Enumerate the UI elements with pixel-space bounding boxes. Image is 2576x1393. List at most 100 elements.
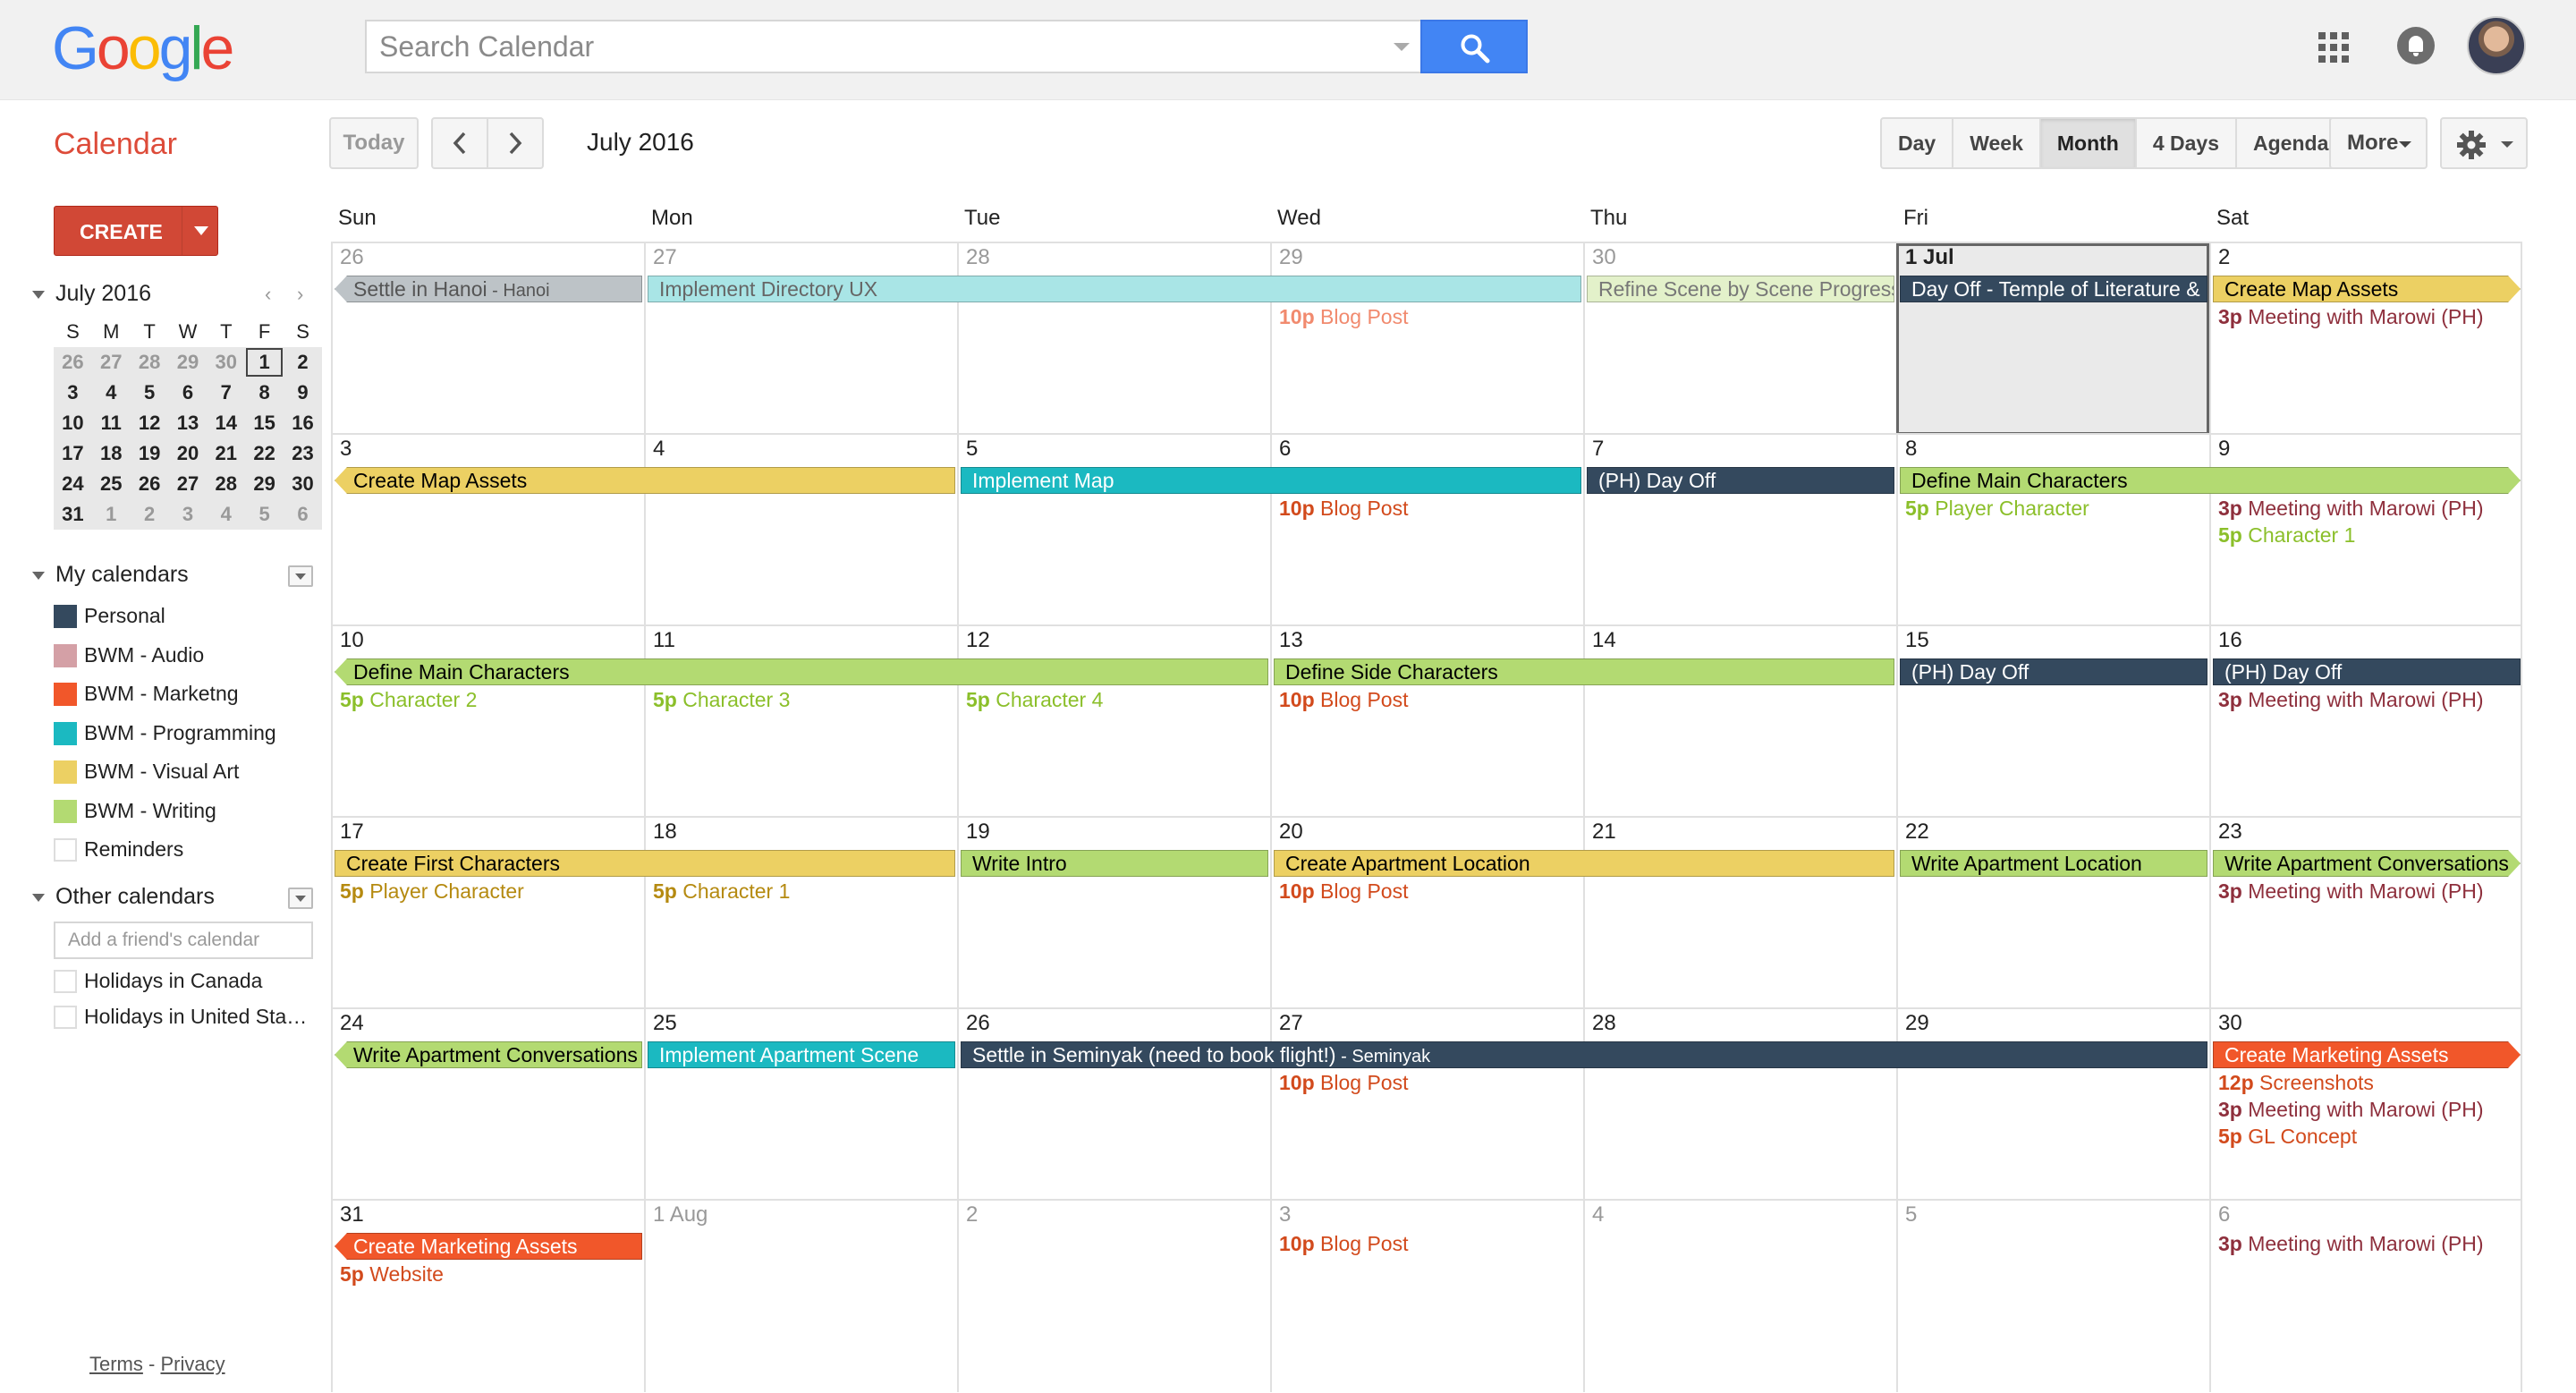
- previous-period-button[interactable]: [431, 117, 488, 169]
- day-number[interactable]: 8: [1905, 437, 1917, 462]
- day-number[interactable]: 21: [1592, 820, 1616, 845]
- day-cell[interactable]: 1 Aug: [644, 1201, 957, 1392]
- calendar-color-swatch[interactable]: [54, 1006, 77, 1029]
- privacy-link[interactable]: Privacy: [160, 1353, 225, 1375]
- day-number[interactable]: 19: [966, 820, 990, 845]
- timed-event[interactable]: 10p Blog Post: [1279, 1070, 1408, 1095]
- mini-day[interactable]: 28: [207, 469, 246, 499]
- mini-day[interactable]: 9: [284, 378, 322, 408]
- add-friend-calendar-input[interactable]: [54, 922, 313, 959]
- day-number[interactable]: 6: [2218, 1202, 2230, 1227]
- event-bar[interactable]: Settle in Seminyak (need to book flight!…: [961, 1041, 2207, 1068]
- search-input[interactable]: [379, 21, 1363, 72]
- mini-day[interactable]: 27: [168, 469, 208, 499]
- mini-day[interactable]: 24: [54, 469, 92, 499]
- other-calendars-header[interactable]: Other calendars: [32, 884, 215, 910]
- settings-button[interactable]: [2440, 117, 2528, 169]
- day-number[interactable]: 29: [1905, 1011, 1929, 1036]
- mini-day[interactable]: 2: [130, 499, 169, 530]
- day-cell[interactable]: 24: [331, 1009, 644, 1201]
- timed-event[interactable]: 5p Character 1: [653, 879, 790, 904]
- mini-day[interactable]: 23: [284, 438, 322, 469]
- day-cell[interactable]: 7: [1583, 435, 1896, 626]
- event-bar[interactable]: Create Map Assets: [2213, 276, 2521, 302]
- day-number[interactable]: 26: [966, 1011, 990, 1036]
- day-cell[interactable]: 18: [644, 818, 957, 1009]
- timed-event[interactable]: 5p Character 4: [966, 687, 1103, 712]
- day-number[interactable]: 7: [1592, 437, 1604, 462]
- day-cell[interactable]: 15: [1896, 626, 2209, 818]
- other-calendars-menu-icon[interactable]: [288, 888, 313, 909]
- search-options-icon[interactable]: [1394, 43, 1410, 51]
- mini-day[interactable]: 6: [284, 499, 322, 530]
- event-bar[interactable]: (PH) Day Off: [1900, 658, 2207, 685]
- day-number[interactable]: 5: [1905, 1202, 1917, 1227]
- mini-day[interactable]: 26: [54, 347, 92, 378]
- view-day-button[interactable]: Day: [1880, 117, 1954, 169]
- day-cell[interactable]: 2: [957, 1201, 1270, 1392]
- event-bar[interactable]: Define Main Characters: [1900, 467, 2521, 494]
- event-bar[interactable]: Write Apartment Conversations: [335, 1041, 642, 1068]
- mini-calendar-header[interactable]: July 2016: [32, 281, 151, 307]
- timed-event[interactable]: 5p GL Concept: [2218, 1124, 2357, 1149]
- mini-day[interactable]: 5: [245, 499, 284, 530]
- view-4days-button[interactable]: 4 Days: [2136, 117, 2238, 169]
- day-number[interactable]: 13: [1279, 628, 1303, 653]
- day-cell[interactable]: 3: [1270, 1201, 1583, 1392]
- day-number[interactable]: 26: [340, 245, 364, 270]
- event-bar[interactable]: Create Map Assets: [335, 467, 955, 494]
- timed-event[interactable]: 10p Blog Post: [1279, 304, 1408, 329]
- event-bar[interactable]: (PH) Day Off: [1587, 467, 1894, 494]
- timed-event[interactable]: 5p Player Character: [340, 879, 524, 904]
- calendar-color-swatch[interactable]: [54, 605, 77, 628]
- day-number[interactable]: 14: [1592, 628, 1616, 653]
- event-bar[interactable]: Create Marketing Assets: [335, 1233, 642, 1260]
- timed-event[interactable]: 3p Meeting with Marowi (PH): [2218, 1231, 2484, 1256]
- event-bar[interactable]: Create Marketing Assets: [2213, 1041, 2521, 1068]
- day-number[interactable]: 16: [2218, 628, 2242, 653]
- day-number[interactable]: 3: [340, 437, 352, 462]
- notifications-bell-icon[interactable]: [2397, 27, 2435, 64]
- mini-day[interactable]: 15: [245, 408, 284, 438]
- mini-day[interactable]: 7: [207, 378, 246, 408]
- calendar-color-swatch[interactable]: [54, 760, 77, 784]
- event-bar[interactable]: (PH) Day Off: [2213, 658, 2521, 685]
- day-number[interactable]: 3: [1279, 1202, 1291, 1227]
- day-number[interactable]: 2: [2218, 245, 2230, 270]
- view-week-button[interactable]: Week: [1953, 117, 2041, 169]
- mini-day[interactable]: 25: [91, 469, 131, 499]
- my-calendars-header[interactable]: My calendars: [32, 562, 189, 588]
- day-number[interactable]: 27: [1279, 1011, 1303, 1036]
- day-number[interactable]: 23: [2218, 820, 2242, 845]
- day-cell[interactable]: 4: [1583, 1201, 1896, 1392]
- day-number[interactable]: 15: [1905, 628, 1929, 653]
- day-cell[interactable]: 30: [1583, 243, 1896, 435]
- day-number[interactable]: 9: [2218, 437, 2230, 462]
- mini-day[interactable]: 18: [91, 438, 131, 469]
- day-cell[interactable]: 2: [2209, 243, 2522, 435]
- day-number[interactable]: 4: [1592, 1202, 1604, 1227]
- day-number[interactable]: 10: [340, 628, 364, 653]
- day-number[interactable]: 28: [1592, 1011, 1616, 1036]
- day-number[interactable]: 30: [1592, 245, 1616, 270]
- event-bar[interactable]: Write Apartment Location: [1900, 850, 2207, 877]
- mini-day[interactable]: 3: [168, 499, 208, 530]
- day-cell[interactable]: 29: [1270, 243, 1583, 435]
- timed-event[interactable]: 10p Blog Post: [1279, 496, 1408, 521]
- day-cell[interactable]: 29: [1896, 1009, 2209, 1201]
- day-cell[interactable]: 21: [1583, 818, 1896, 1009]
- event-bar[interactable]: Refine Scene by Scene Progress: [1587, 276, 1894, 302]
- day-number[interactable]: 22: [1905, 820, 1929, 845]
- day-number[interactable]: 17: [340, 820, 364, 845]
- event-bar[interactable]: Implement Map: [961, 467, 1581, 494]
- day-number[interactable]: 11: [653, 628, 675, 653]
- day-cell[interactable]: 26: [331, 243, 644, 435]
- day-cell[interactable]: 23: [2209, 818, 2522, 1009]
- terms-link[interactable]: Terms: [89, 1353, 143, 1375]
- timed-event[interactable]: 3p Meeting with Marowi (PH): [2218, 496, 2484, 521]
- mini-day[interactable]: 4: [91, 378, 131, 408]
- day-number[interactable]: 30: [2218, 1011, 2242, 1036]
- timed-event[interactable]: 12p Screenshots: [2218, 1070, 2374, 1095]
- day-cell[interactable]: 13: [1270, 626, 1583, 818]
- account-avatar[interactable]: [2467, 16, 2526, 75]
